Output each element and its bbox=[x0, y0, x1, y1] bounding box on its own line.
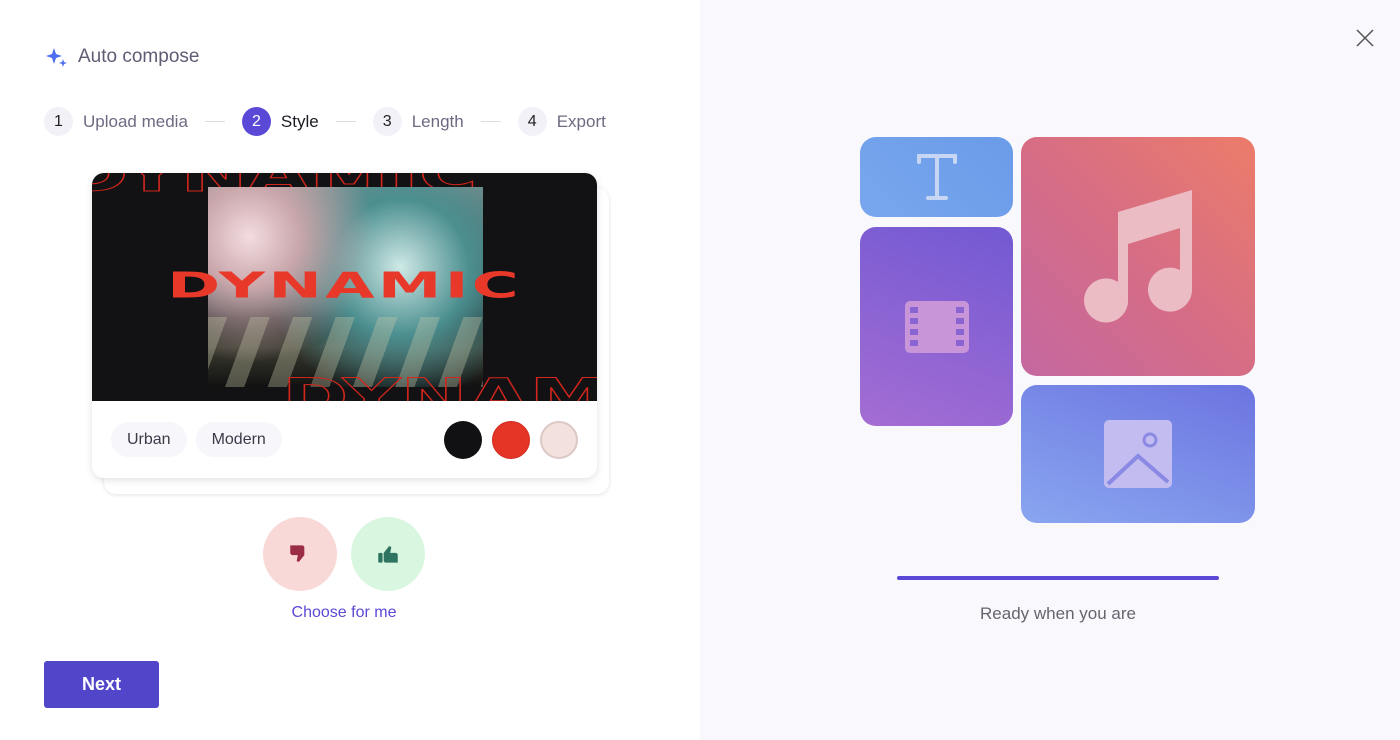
page-title: Auto compose bbox=[78, 46, 200, 67]
step-number: 2 bbox=[241, 107, 271, 136]
preview-title: DYNAMIC bbox=[167, 265, 522, 307]
image-tile bbox=[1021, 385, 1255, 523]
sparkle-icon bbox=[46, 48, 67, 67]
tag-chip: Urban bbox=[111, 422, 187, 457]
step-label: Upload media bbox=[83, 111, 188, 131]
compose-panel: Auto compose 1 Upload media 2 Style 3 Lengt… bbox=[0, 0, 700, 740]
status-text: Ready when you are bbox=[980, 604, 1136, 623]
step-divider bbox=[204, 121, 225, 122]
step-style[interactable]: 2 Style bbox=[241, 107, 319, 136]
color-palette bbox=[444, 420, 578, 459]
step-export[interactable]: 4 Export bbox=[517, 107, 606, 136]
step-number: 4 bbox=[517, 107, 547, 136]
step-label: Length bbox=[411, 111, 464, 131]
like-button[interactable] bbox=[351, 517, 425, 591]
close-icon[interactable] bbox=[1354, 27, 1376, 49]
header: Auto compose bbox=[46, 46, 199, 68]
stepper: 1 Upload media 2 Style 3 Length 4 Export bbox=[44, 107, 606, 136]
next-button[interactable]: Next bbox=[44, 661, 159, 708]
video-tile bbox=[860, 227, 1013, 426]
step-divider bbox=[480, 121, 501, 122]
color-swatch bbox=[540, 420, 578, 459]
step-number: 3 bbox=[372, 107, 402, 136]
color-swatch bbox=[492, 420, 530, 459]
text-icon bbox=[916, 154, 957, 200]
progress-fill bbox=[897, 576, 1219, 580]
style-preview: DYNAMIC DYNAMIC DYNAMIC bbox=[92, 173, 597, 401]
style-card[interactable]: DYNAMIC DYNAMIC DYNAMIC Urban Modern bbox=[92, 173, 597, 478]
dislike-button[interactable] bbox=[263, 517, 337, 591]
film-icon bbox=[904, 300, 969, 353]
progress-bar bbox=[897, 576, 1219, 580]
music-icon bbox=[1084, 189, 1192, 322]
thumbs-down-icon bbox=[290, 545, 305, 562]
step-upload-media[interactable]: 1 Upload media bbox=[44, 107, 188, 136]
thumbs-up-icon bbox=[378, 546, 398, 563]
step-number: 1 bbox=[44, 107, 73, 136]
step-label: Export bbox=[556, 111, 606, 131]
music-tile bbox=[1021, 137, 1255, 376]
color-swatch bbox=[444, 420, 482, 459]
preview-outline-text: DYNAMIC bbox=[281, 368, 597, 402]
step-length[interactable]: 3 Length bbox=[372, 107, 464, 136]
text-tile bbox=[860, 137, 1013, 217]
image-icon bbox=[1104, 420, 1172, 488]
style-card-footer: Urban Modern bbox=[92, 401, 597, 478]
tag-chip: Modern bbox=[195, 422, 282, 457]
step-label: Style bbox=[280, 111, 319, 131]
choose-for-me-link[interactable]: Choose for me bbox=[255, 604, 433, 622]
step-divider bbox=[335, 121, 356, 122]
